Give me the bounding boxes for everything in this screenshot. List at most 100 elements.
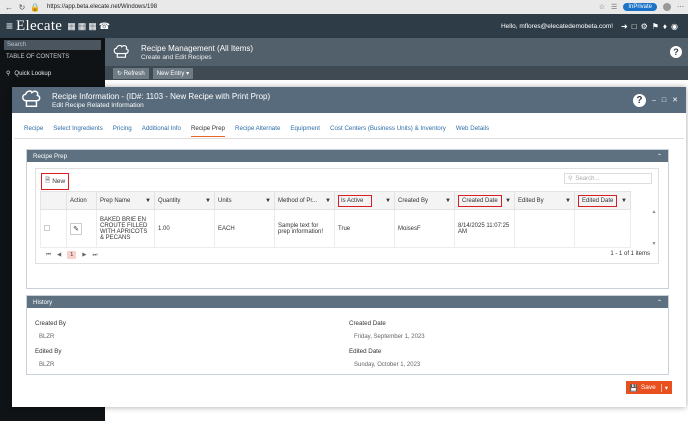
sidebar-item-label: Quick Lookup <box>14 70 52 77</box>
last-page-icon[interactable]: ⏭ <box>92 252 97 259</box>
lock-icon: 🔒 <box>30 2 40 12</box>
column-header-units[interactable]: Units ▼ <box>214 191 275 210</box>
filter-icon[interactable]: ▼ <box>445 198 451 204</box>
grid-pager: ⏮ ◀ 1 ▶ ⏭ <box>46 251 97 259</box>
header-action-icons[interactable]: ➜□⚙⚑♦◉ <box>621 22 682 31</box>
help-icon[interactable]: ? <box>670 46 682 58</box>
page-toolbar: ↻ Refresh New Entry ▾ <box>105 66 688 80</box>
more-icon[interactable]: ⋯ <box>677 3 684 11</box>
filter-icon[interactable]: ▼ <box>621 198 627 204</box>
collapse-icon[interactable]: ⌃ <box>657 153 662 160</box>
edited-by-label: Edited By <box>35 348 62 355</box>
column-header-prep-name[interactable]: Prep Name ▼ <box>96 191 155 210</box>
new-button[interactable]: 🗎 New <box>41 173 70 190</box>
user-greeting: Hello, mflores@elecatedemobeta.com! <box>500 22 614 30</box>
collapse-icon[interactable]: ⌃ <box>657 299 662 306</box>
refresh-button[interactable]: ↻ Refresh <box>113 67 149 79</box>
column-header-created-date[interactable]: Created Date ▼ <box>454 191 515 210</box>
save-button[interactable]: 💾 Save ▾ <box>625 381 672 394</box>
current-page-button[interactable]: 1 <box>67 251 77 259</box>
sidebar-item-quick-lookup[interactable]: ⚲ Quick Lookup <box>0 66 105 81</box>
prev-page-icon[interactable]: ◀ <box>57 252 61 258</box>
help-icon[interactable]: ? <box>632 93 646 107</box>
tab-equipment[interactable]: Equipment <box>290 125 320 137</box>
column-header-edited-date[interactable]: Edited Date ▼ <box>574 191 631 210</box>
reload-icon[interactable]: ↻ <box>17 2 27 12</box>
page-subtitle: Create and Edit Recipes <box>141 53 212 61</box>
filter-icon[interactable]: ▼ <box>385 198 391 204</box>
recipe-prep-table: Action Prep Name ▼ Quantity ▼ Units ▼ Metho… <box>40 191 631 248</box>
chef-hat-icon <box>111 42 131 62</box>
search-icon: ⚲ <box>6 71 11 77</box>
app-logo: Elecate <box>16 17 63 34</box>
column-header-method[interactable]: Method of Pr... ▼ <box>274 191 335 210</box>
column-header-is-active[interactable]: Is Active ▼ <box>334 191 395 210</box>
maximize-icon[interactable]: □ <box>662 97 666 104</box>
edit-icon[interactable]: ✎ <box>70 222 82 235</box>
modal-header: Recipe Information - (ID#: 1103 - New Re… <box>12 87 686 113</box>
next-page-icon[interactable]: ▶ <box>82 252 86 258</box>
history-panel-header[interactable]: History ⌃ <box>27 296 668 308</box>
address-bar[interactable]: https://app.beta.elecate.net/Windows/198 <box>47 4 157 10</box>
tab-pricing[interactable]: Pricing <box>113 125 132 137</box>
close-icon[interactable]: ✕ <box>672 96 678 104</box>
filter-icon[interactable]: ▼ <box>565 198 571 204</box>
profile-icon[interactable] <box>663 3 671 11</box>
column-header-action: Action <box>66 191 97 210</box>
recipe-prep-panel: Recipe Prep ⌃ 🗎 New ⚲ Search... Action P… <box>26 149 669 289</box>
history-panel: History ⌃ Created By BLZR Created Date F… <box>26 295 669 375</box>
column-header-edited-by[interactable]: Edited By ▼ <box>514 191 575 210</box>
panel-title: History <box>33 298 53 306</box>
sidebar-search-input[interactable]: Search <box>4 40 101 50</box>
recipe-prep-panel-header[interactable]: Recipe Prep ⌃ <box>27 150 668 162</box>
minimize-icon[interactable]: – <box>652 97 656 104</box>
save-options-dropdown[interactable]: ▾ <box>660 383 668 392</box>
new-entry-button[interactable]: New Entry ▾ <box>152 67 194 79</box>
cell-units: EACH <box>214 209 275 248</box>
filter-icon[interactable]: ▼ <box>325 198 331 204</box>
chef-hat-icon <box>20 89 42 111</box>
tab-additional-info[interactable]: Additional Info <box>142 125 181 137</box>
back-icon[interactable]: ← <box>4 2 14 12</box>
page-header: Recipe Management (All Items) Create and… <box>105 38 688 66</box>
modal-title: Recipe Information - (ID#: 1103 - New Re… <box>52 91 271 101</box>
cell-prep-name: BAKED BRIE EN CROUTE FILLED WITH APRICOT… <box>96 209 155 248</box>
filter-icon[interactable]: ▼ <box>145 198 151 204</box>
modal-subtitle: Edit Recipe Related Information <box>52 101 144 109</box>
column-header-created-by[interactable]: Created By ▼ <box>394 191 455 210</box>
first-page-icon[interactable]: ⏮ <box>46 252 51 259</box>
browser-toolbar: ← ↻ 🔒 https://app.beta.elecate.net/Windo… <box>0 0 688 14</box>
tab-recipe-prep[interactable]: Recipe Prep <box>190 125 225 137</box>
tab-divider <box>14 138 684 139</box>
grid-scrollbar[interactable]: ▲ ▼ <box>651 209 657 247</box>
created-date-label: Created Date <box>349 320 386 327</box>
menu-icon[interactable]: ≡ <box>6 19 13 33</box>
row-action-cell: ✎ <box>66 209 97 248</box>
browser-actions: ☆ ☰ InPrivate ⋯ <box>599 3 684 11</box>
inprivate-badge[interactable]: InPrivate <box>623 3 657 11</box>
app-header: ≡ Elecate ▦▦▦☎ Hello, mflores@elecatedem… <box>0 14 688 38</box>
table-row[interactable]: ✎ BAKED BRIE EN CROUTE FILLED WITH APRIC… <box>40 209 631 248</box>
collections-icon[interactable]: ☰ <box>611 3 617 11</box>
tab-recipe[interactable]: Recipe <box>24 125 43 137</box>
row-select-cell[interactable] <box>40 209 67 248</box>
tab-web-details[interactable]: Web Details <box>456 125 489 137</box>
filter-icon[interactable]: ▼ <box>265 198 271 204</box>
created-date-value: Friday, September 1, 2023 <box>354 334 425 340</box>
logo-icons: ▦▦▦☎ <box>67 20 112 31</box>
favorites-icon[interactable]: ☆ <box>599 3 605 11</box>
tab-select-ingredients[interactable]: Select Ingredients <box>53 125 103 137</box>
tab-recipe-alternate[interactable]: Recipe Alternate <box>235 125 280 137</box>
pager-info: 1 - 1 of 1 items <box>610 251 650 257</box>
cell-created-date: 8/14/2025 11:07:25 AM <box>454 209 515 248</box>
modal-tabs: Recipe Select Ingredients Pricing Additi… <box>24 125 489 137</box>
grid-search-input[interactable]: ⚲ Search... <box>564 173 652 184</box>
select-column-header <box>40 191 67 210</box>
tab-cost-centers[interactable]: Cost Centers (Business Units) & Inventor… <box>330 125 446 137</box>
column-header-quantity[interactable]: Quantity ▼ <box>154 191 215 210</box>
filter-icon[interactable]: ▼ <box>205 198 211 204</box>
save-icon: 💾 <box>629 384 638 392</box>
cell-created-by: MoisesF <box>394 209 455 248</box>
filter-icon[interactable]: ▼ <box>505 198 511 204</box>
search-icon: ⚲ <box>568 176 573 182</box>
